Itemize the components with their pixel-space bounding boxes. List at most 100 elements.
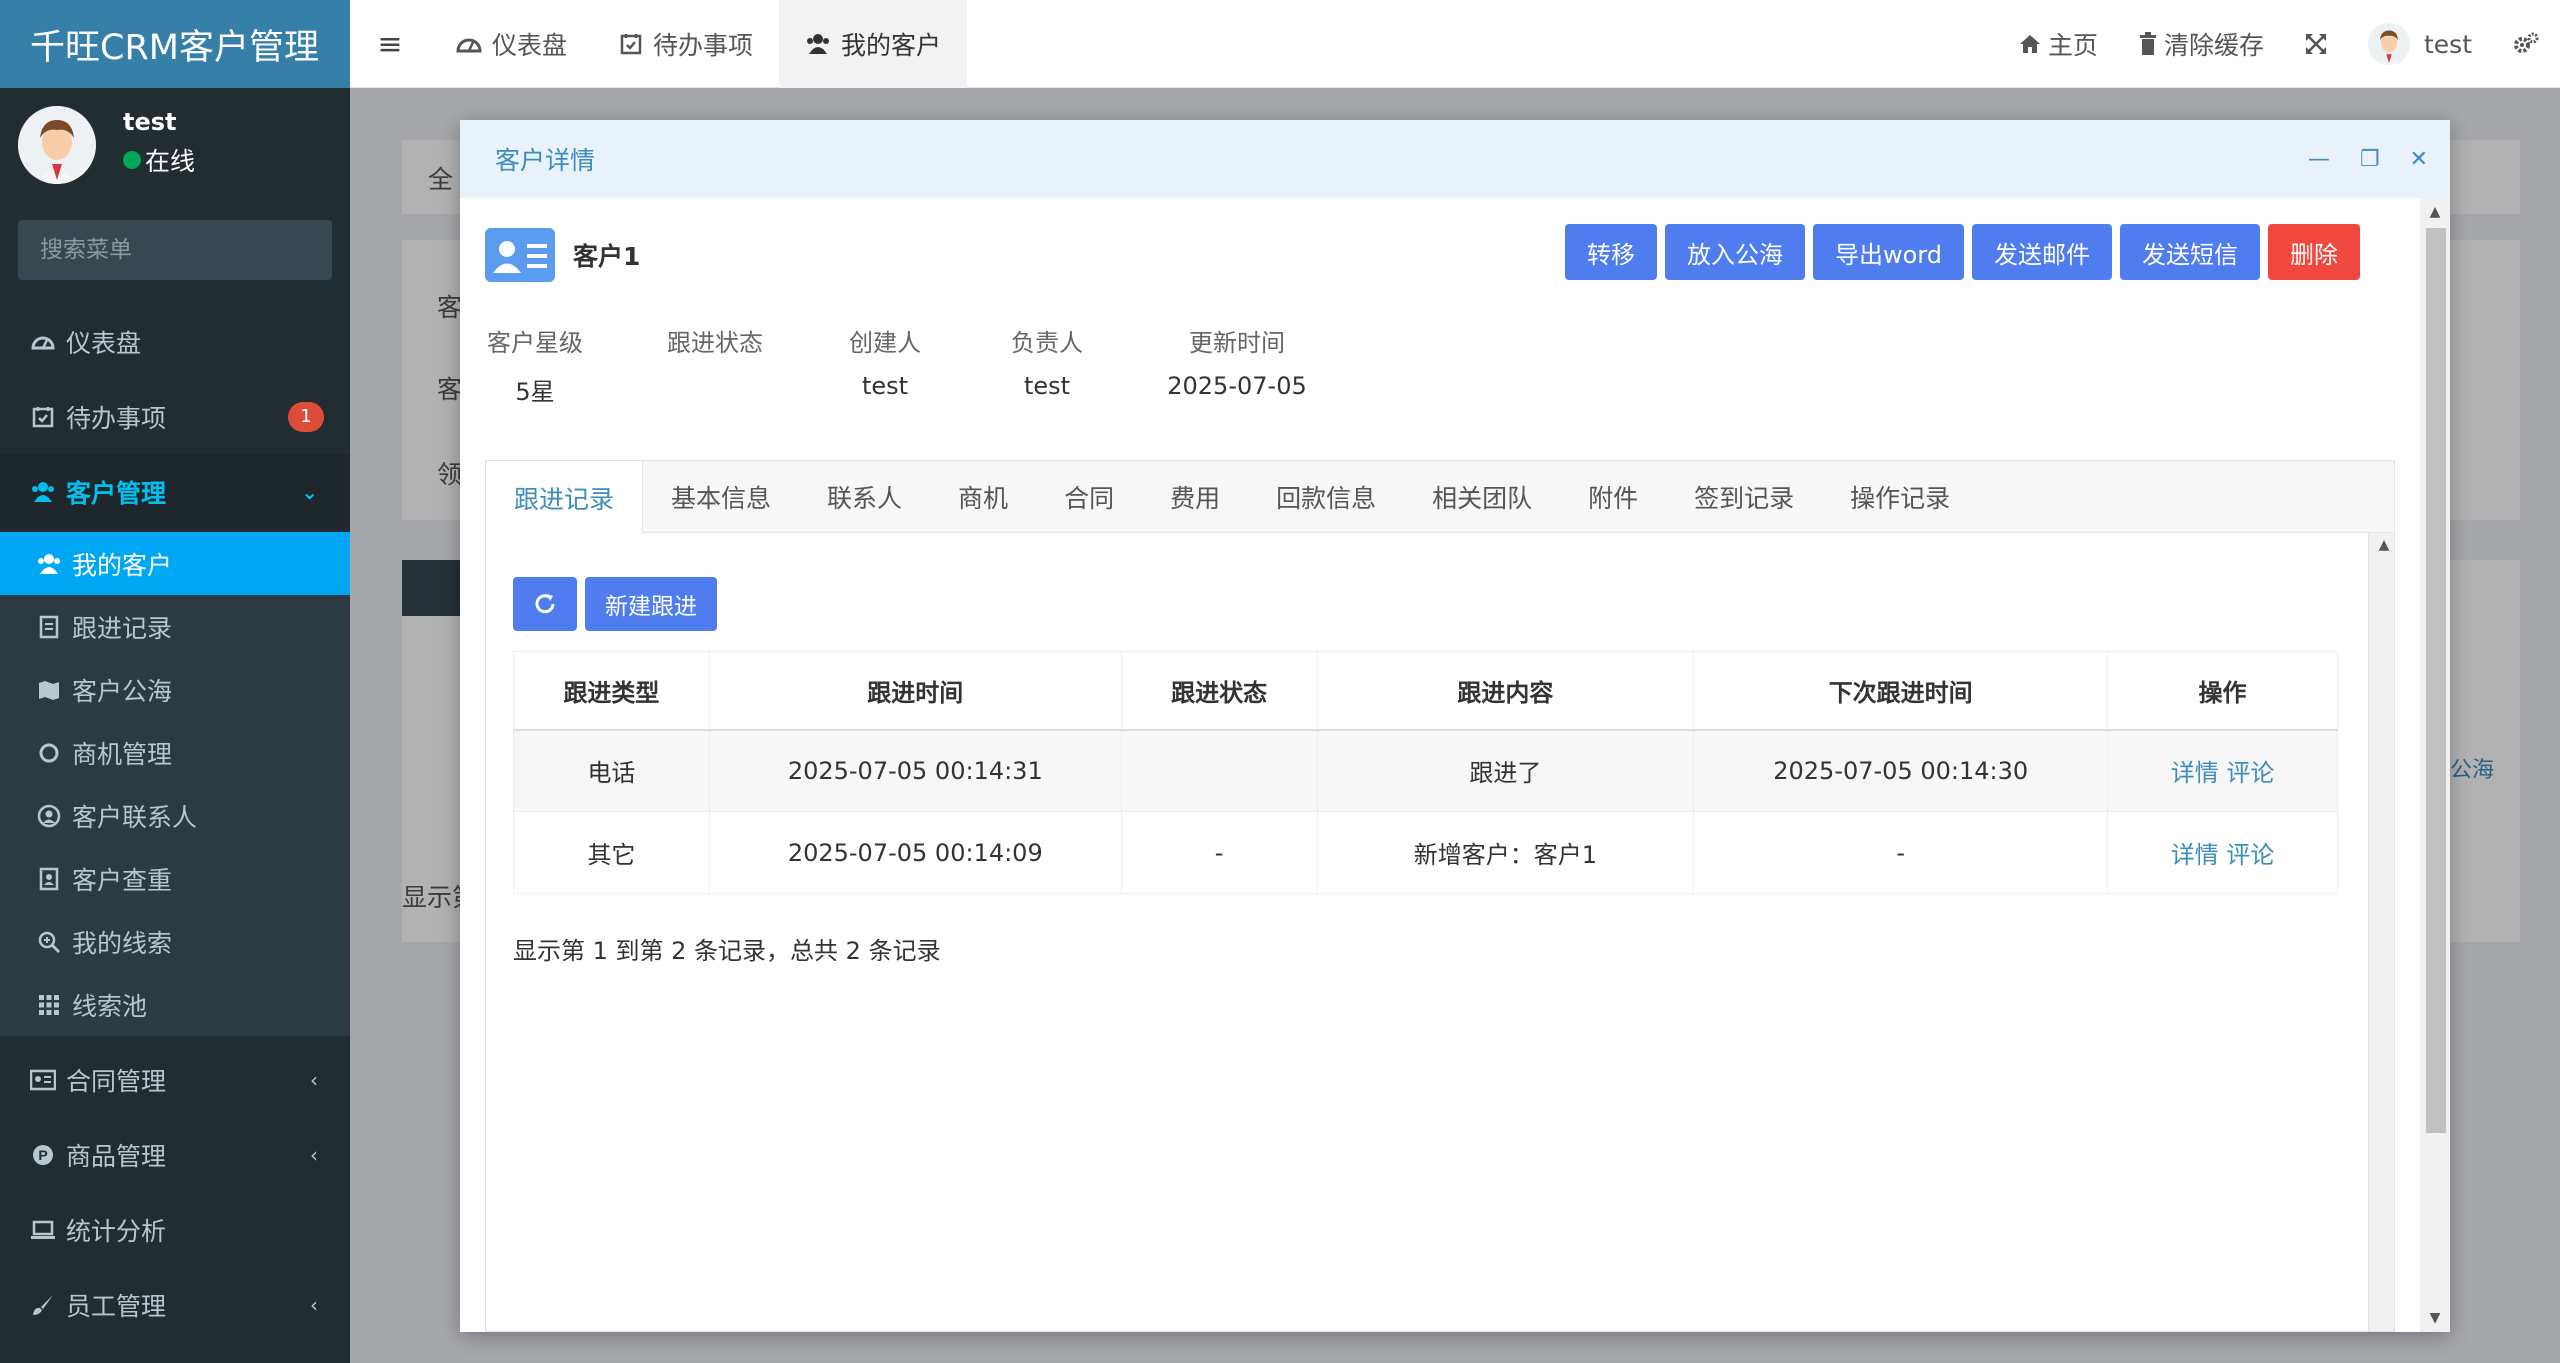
table-header-row: 跟进类型 跟进时间 跟进状态 跟进内容 下次跟进时间 操作: [513, 651, 2338, 731]
cell-next-time: -: [1693, 811, 2109, 894]
tab-operation-log[interactable]: 操作记录: [1822, 461, 1978, 533]
tab-attachments[interactable]: 附件: [1560, 461, 1666, 533]
sidebar-item-my-leads[interactable]: 我的线索: [0, 910, 350, 973]
sidebar: 千旺CRM客户管理 test 在线 仪表盘: [0, 0, 350, 1363]
sidebar-item-todo[interactable]: 待办事项 1: [0, 379, 350, 454]
sidebar-item-label: 我的客户: [72, 550, 173, 580]
transfer-button[interactable]: 转移: [1565, 224, 1657, 280]
column-header[interactable]: 操作: [2107, 651, 2338, 731]
tab-dashboard[interactable]: 仪表盘: [430, 0, 593, 88]
sidebar-item-dashboard[interactable]: 仪表盘: [0, 304, 350, 379]
svg-text:P: P: [38, 1147, 47, 1163]
tab-expenses[interactable]: 费用: [1142, 461, 1248, 533]
comment-link[interactable]: 评论: [2226, 759, 2274, 787]
followup-tab-content: 新建跟进 跟进类型 跟进时间 跟进状态 跟进内容 下次跟进时间 操作 电话 20…: [486, 533, 2369, 1331]
circle-icon: [36, 740, 62, 766]
send-email-button[interactable]: 发送邮件: [1972, 224, 2112, 280]
tab-label: 待办事项: [653, 31, 754, 60]
sidebar-item-duplicate-check[interactable]: 客户查重: [0, 847, 350, 910]
tab-payments[interactable]: 回款信息: [1248, 461, 1404, 533]
clear-cache-button[interactable]: 清除缓存: [2118, 0, 2284, 88]
modal-controls: — ❐ ✕: [2308, 120, 2428, 198]
sidebar-item-followup-records[interactable]: 跟进记录: [0, 595, 350, 658]
detail-link[interactable]: 详情: [2171, 759, 2219, 787]
map-icon: [36, 677, 62, 703]
sidebar-item-my-customers[interactable]: 我的客户: [0, 532, 350, 595]
customer-detail-modal: 客户详情 — ❐ ✕ 客户1 转移 放入公海 导出word 发送邮件 发送短信 …: [460, 120, 2450, 1332]
sidebar-item-statistics[interactable]: 统计分析: [0, 1192, 350, 1267]
pagination-info: 显示第 1 到第 2 条记录，总共 2 条记录: [513, 937, 941, 965]
new-followup-button[interactable]: 新建跟进: [585, 577, 717, 631]
modal-scrollbar[interactable]: ▲ ▼: [2420, 198, 2450, 1332]
tab-contracts[interactable]: 合同: [1036, 461, 1142, 533]
tab-opportunities[interactable]: 商机: [930, 461, 1036, 533]
cell-status: [1120, 729, 1318, 812]
column-header[interactable]: 跟进状态: [1120, 651, 1318, 731]
sidebar-item-staff[interactable]: 员工管理 ‹: [0, 1267, 350, 1342]
followup-table: 跟进类型 跟进时间 跟进状态 跟进内容 下次跟进时间 操作 电话 2025-07…: [513, 651, 2338, 894]
detail-link[interactable]: 详情: [2171, 841, 2219, 869]
scroll-down-icon[interactable]: ▼: [2420, 1310, 2450, 1326]
tab-contacts[interactable]: 联系人: [799, 461, 930, 533]
tab-content-scrollbar[interactable]: ▲: [2368, 533, 2394, 1331]
detail-tabs: 跟进记录 基本信息 联系人 商机 合同 费用 回款信息 相关团队 附件 签到记录…: [485, 460, 2395, 1332]
home-button[interactable]: 主页: [1998, 0, 2118, 88]
tab-my-customers[interactable]: 我的客户: [779, 0, 968, 88]
tab-todo[interactable]: 待办事项: [593, 0, 779, 88]
minimize-icon[interactable]: —: [2308, 147, 2330, 172]
maximize-icon[interactable]: ❐: [2360, 147, 2380, 172]
sidebar-toggle-button[interactable]: ≡: [350, 0, 430, 88]
info-label: 负责人: [1011, 329, 1083, 357]
scroll-up-icon[interactable]: ▲: [2369, 537, 2399, 553]
column-header[interactable]: 跟进时间: [708, 651, 1122, 731]
column-header[interactable]: 跟进内容: [1316, 651, 1695, 731]
sidebar-item-contracts[interactable]: 合同管理 ‹: [0, 1042, 350, 1117]
info-label: 更新时间: [1189, 329, 1285, 357]
delete-button[interactable]: 删除: [2268, 224, 2360, 280]
sidebar-item-customer-management[interactable]: 客户管理 ⌄: [0, 454, 350, 529]
sidebar-item-contacts[interactable]: 客户联系人: [0, 784, 350, 847]
sidebar-item-products[interactable]: P 商品管理 ‹: [0, 1117, 350, 1192]
fullscreen-button[interactable]: [2284, 0, 2348, 88]
sidebar-item-customer-pool[interactable]: 客户公海: [0, 658, 350, 721]
app-logo[interactable]: 千旺CRM客户管理: [0, 0, 350, 88]
sidebar-item-opportunities[interactable]: 商机管理: [0, 721, 350, 784]
scrollbar-thumb[interactable]: [2426, 228, 2446, 1133]
user-name: test: [123, 108, 177, 136]
comment-link[interactable]: 评论: [2226, 841, 2274, 869]
contact-card-icon: [36, 866, 62, 892]
chevron-down-icon: ⌄: [301, 479, 318, 504]
user-menu[interactable]: test: [2348, 0, 2492, 88]
table-row: 其它 2025-07-05 00:14:09 - 新增客户：客户1 - 详情 评…: [513, 811, 2338, 894]
scroll-up-icon[interactable]: ▲: [2420, 204, 2450, 220]
column-header[interactable]: 跟进类型: [513, 651, 710, 731]
column-header[interactable]: 下次跟进时间: [1693, 651, 2109, 731]
menu-search-input[interactable]: [40, 237, 333, 263]
dashboard-icon: [456, 38, 482, 53]
move-to-pool-button[interactable]: 放入公海: [1665, 224, 1805, 280]
sidebar-item-label: 仪表盘: [66, 328, 142, 358]
sidebar-item-label: 线索池: [72, 991, 148, 1021]
info-star-level: 客户星级 5星: [485, 323, 585, 407]
search-plus-icon: [36, 929, 62, 955]
cell-status: -: [1120, 811, 1318, 894]
tab-checkins[interactable]: 签到记录: [1666, 461, 1822, 533]
calendar-check-icon: [620, 34, 642, 55]
refresh-button[interactable]: [513, 577, 577, 631]
sidebar-item-lead-pool[interactable]: 线索池: [0, 973, 350, 1036]
tab-followup-records[interactable]: 跟进记录: [486, 461, 644, 534]
tab-team[interactable]: 相关团队: [1404, 461, 1560, 533]
close-icon[interactable]: ✕: [2410, 147, 2428, 172]
gears-icon: [2514, 32, 2539, 53]
trash-icon: [2139, 32, 2156, 55]
tab-basic-info[interactable]: 基本信息: [643, 461, 799, 533]
cell-type: 电话: [513, 729, 710, 812]
settings-button[interactable]: [2492, 0, 2560, 88]
sidebar-item-label: 跟进记录: [72, 613, 173, 643]
chevron-left-icon: ‹: [310, 1292, 318, 1317]
table-row: 电话 2025-07-05 00:14:31 跟进了 2025-07-05 00…: [513, 729, 2338, 812]
send-sms-button[interactable]: 发送短信: [2120, 224, 2260, 280]
home-icon: [2019, 35, 2040, 53]
user-panel: test 在线: [0, 88, 350, 208]
export-word-button[interactable]: 导出word: [1813, 224, 1964, 280]
